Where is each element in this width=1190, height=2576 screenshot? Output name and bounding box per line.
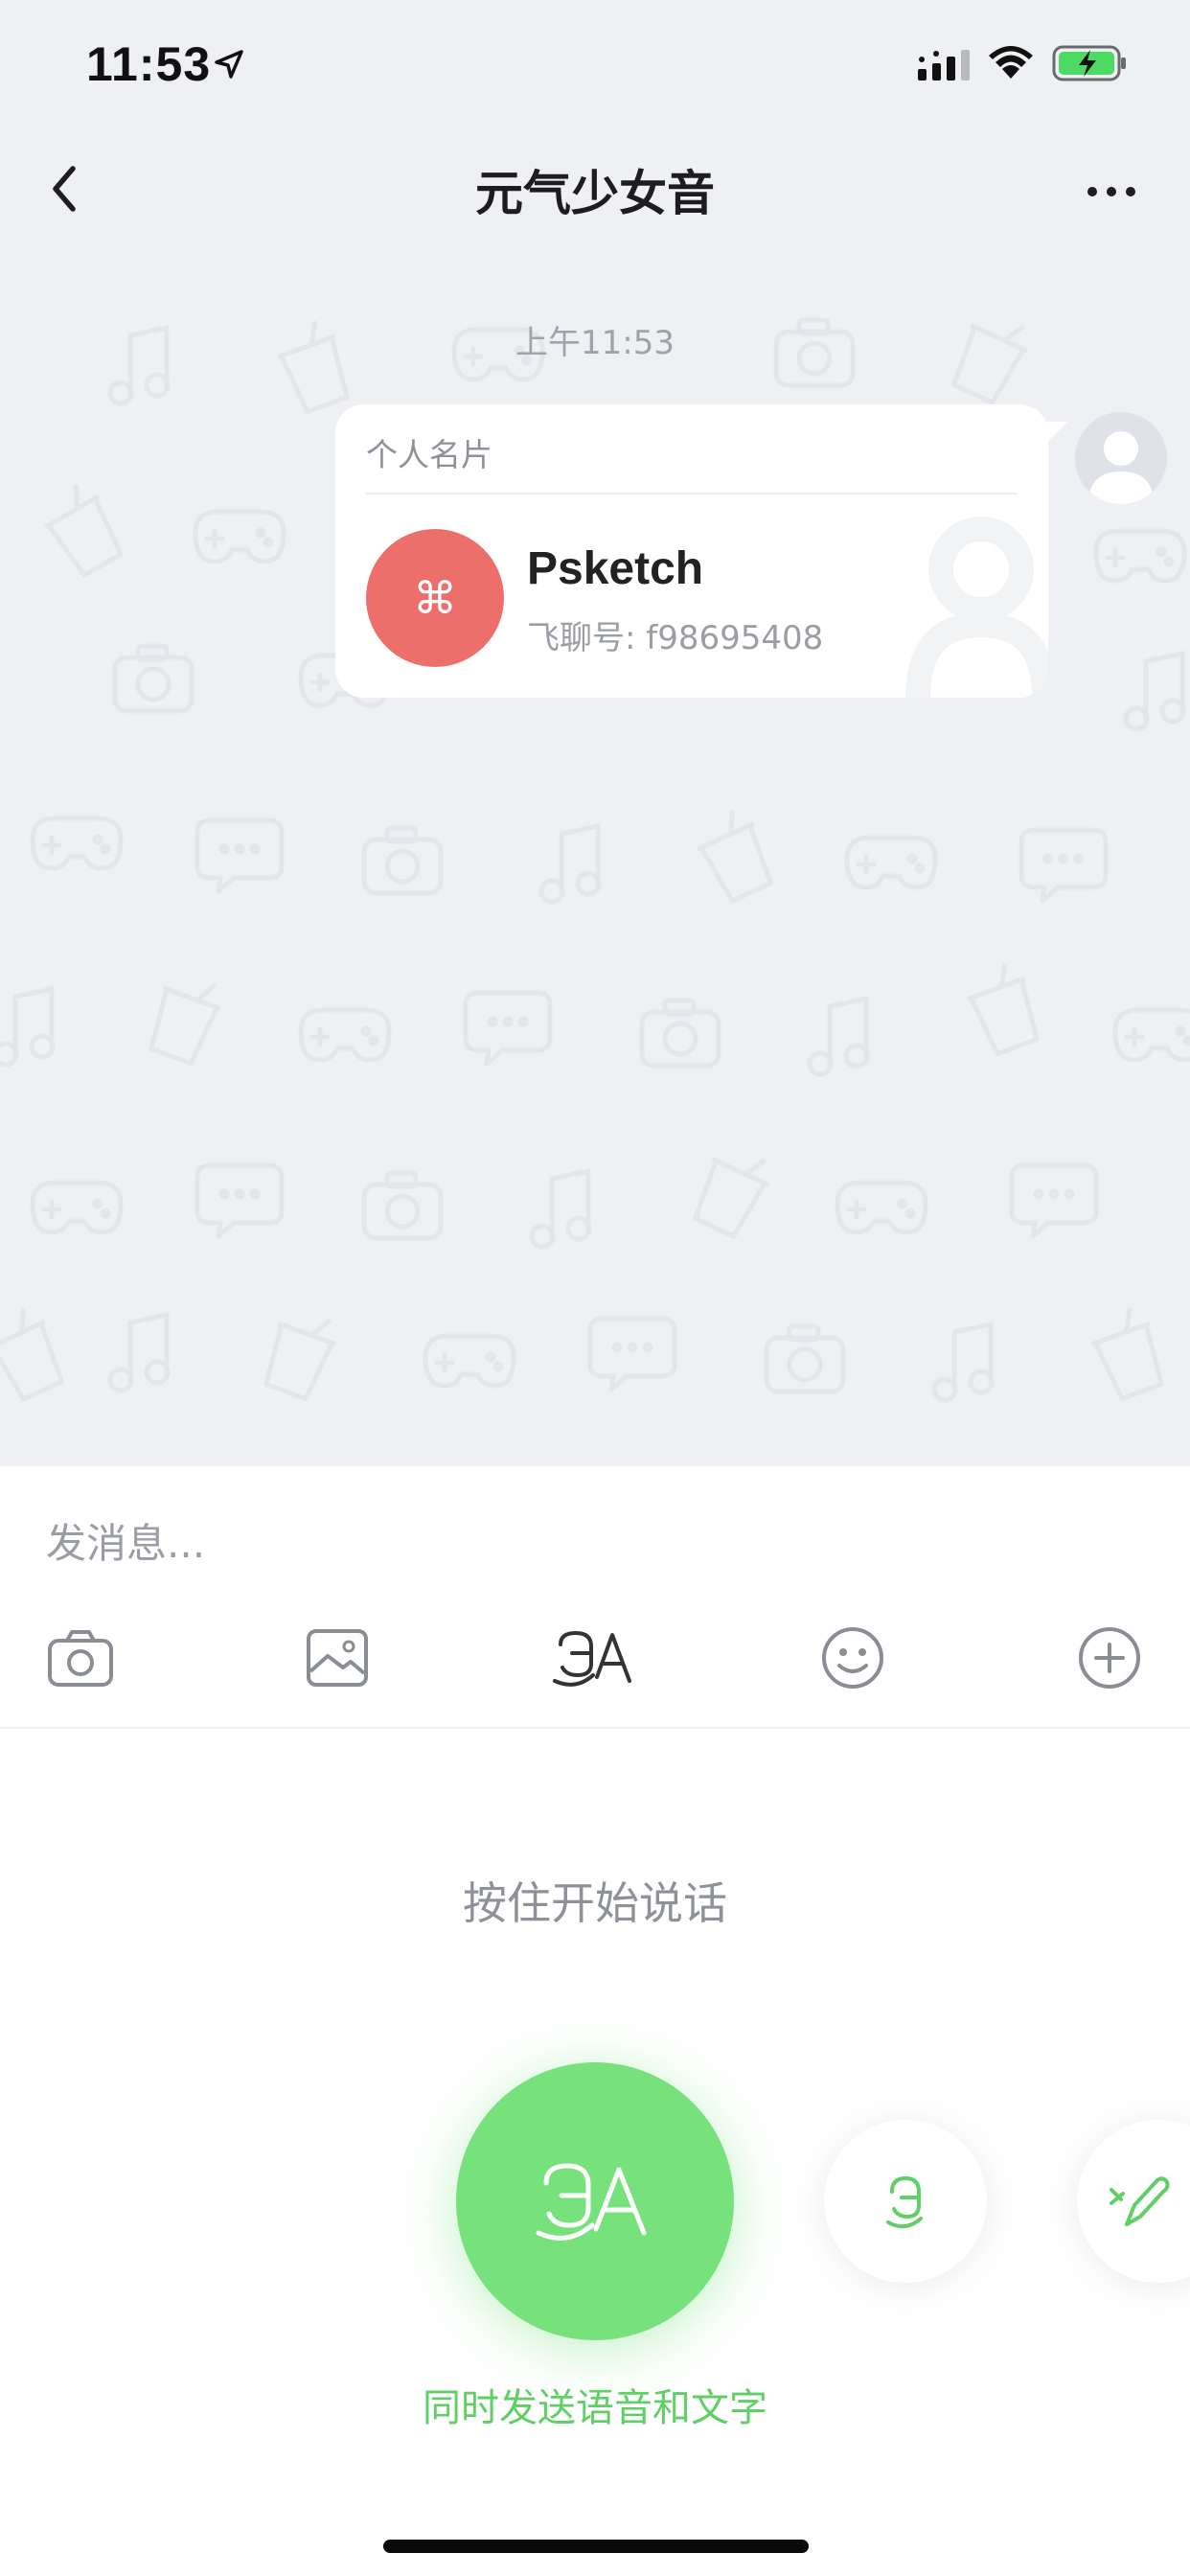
contact-avatar-glyph: ⌘ — [413, 572, 457, 624]
page-title: 元气少女音 — [475, 166, 715, 221]
message-input[interactable] — [46, 1505, 1138, 1581]
wifi-icon — [989, 46, 1033, 79]
home-indicator — [383, 2540, 809, 2553]
input-toolbar — [0, 1610, 1190, 1706]
status-bar: 11:53 — [0, 0, 1190, 134]
more-button[interactable] — [1073, 172, 1150, 211]
image-icon — [307, 1629, 368, 1687]
camera-button[interactable] — [42, 1620, 119, 1696]
status-time: 11:53 — [86, 37, 212, 91]
plus-circle-icon — [1079, 1627, 1140, 1689]
image-button[interactable] — [299, 1620, 376, 1696]
voice-to-text-button[interactable] — [1077, 2120, 1190, 2283]
pen-icon — [1110, 2176, 1170, 2226]
message-timestamp: 上午11:53 — [515, 324, 675, 362]
location-arrow-icon — [215, 50, 243, 79]
voice-icon — [886, 2175, 923, 2229]
emoji-icon — [822, 1627, 883, 1689]
contact-card-message[interactable]: 个人名片 ⌘ Psketch 飞聊号: f98695408 — [335, 404, 1048, 698]
record-voice-and-text-button[interactable] — [456, 2062, 734, 2340]
voice-text-button[interactable] — [548, 1620, 640, 1696]
contact-avatar: ⌘ — [366, 529, 504, 667]
chat-screen: 11:53 元气少女音 上午11:53 个人名片 ⌘ Psketch 飞聊号: … — [0, 0, 1190, 2576]
more-horizontal-icon — [1087, 187, 1135, 196]
voice-text-icon — [536, 2163, 647, 2241]
divider — [0, 1727, 1190, 1729]
battery-charging-icon — [1052, 45, 1126, 81]
default-user-icon — [1075, 412, 1167, 504]
nav-bar: 元气少女音 — [0, 134, 1190, 249]
voice-mode-label: 同时发送语音和文字 — [423, 2386, 767, 2430]
signal-icon — [918, 50, 970, 80]
contact-id: 飞聊号: f98695408 — [527, 619, 824, 657]
card-type-label: 个人名片 — [366, 436, 492, 473]
camera-icon — [48, 1630, 113, 1687]
card-divider — [366, 493, 1018, 494]
avatar[interactable] — [1075, 412, 1167, 504]
hold-to-talk-hint: 按住开始说话 — [463, 1877, 727, 1929]
record-voice-only-button[interactable] — [824, 2120, 987, 2283]
person-watermark-icon — [905, 517, 1048, 698]
contact-name: Psketch — [527, 543, 704, 594]
more-actions-button[interactable] — [1071, 1620, 1148, 1696]
emoji-button[interactable] — [814, 1620, 891, 1696]
input-panel: 按住开始说话 同时发送语音和文字 — [0, 1466, 1190, 2576]
voice-text-icon — [553, 1630, 631, 1687]
